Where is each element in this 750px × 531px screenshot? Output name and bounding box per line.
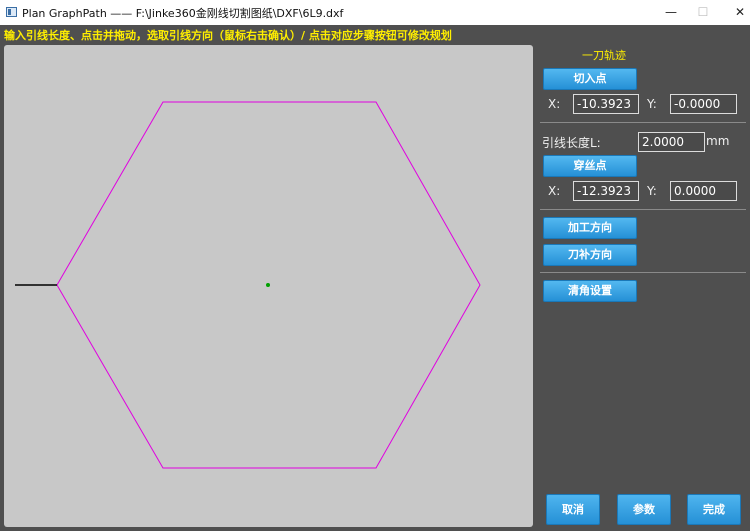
entry-y-label: Y: bbox=[647, 97, 657, 111]
close-icon[interactable]: ✕ bbox=[717, 0, 750, 25]
thread-y-field[interactable] bbox=[670, 181, 737, 201]
entry-x-field[interactable] bbox=[573, 94, 639, 114]
finish-button[interactable]: 完成 bbox=[687, 494, 741, 525]
params-button[interactable]: 参数 bbox=[617, 494, 671, 525]
window-title: Plan GraphPath —— F:\Jinke360金刚线切割图纸\DXF… bbox=[22, 7, 344, 20]
divider bbox=[540, 209, 746, 210]
center-point bbox=[266, 283, 270, 287]
thread-point-button[interactable]: 穿丝点 bbox=[543, 155, 637, 177]
thread-x-field[interactable] bbox=[573, 181, 639, 201]
entry-point-button[interactable]: 切入点 bbox=[543, 68, 637, 90]
entry-x-label: X: bbox=[548, 97, 561, 111]
drawing-svg[interactable] bbox=[4, 45, 533, 527]
compensation-direction-button[interactable]: 刀补方向 bbox=[543, 244, 637, 266]
lead-length-field[interactable] bbox=[638, 132, 705, 152]
cancel-button[interactable]: 取消 bbox=[546, 494, 600, 525]
corner-clear-button[interactable]: 清角设置 bbox=[543, 280, 637, 302]
drawing-canvas[interactable] bbox=[4, 45, 533, 527]
thread-y-label: Y: bbox=[647, 184, 657, 198]
divider bbox=[540, 122, 746, 123]
app-icon bbox=[6, 7, 17, 17]
divider bbox=[540, 272, 746, 273]
instruction-text: 输入引线长度、点击并拖动，选取引线方向（鼠标右击确认）/ 点击对应步骤按钮可修改… bbox=[4, 29, 452, 42]
lead-length-unit: mm bbox=[706, 134, 730, 148]
title-bar: Plan GraphPath —— F:\Jinke360金刚线切割图纸\DXF… bbox=[0, 0, 750, 25]
section-title: 一刀轨迹 bbox=[582, 49, 626, 62]
lead-length-label: 引线长度L: bbox=[542, 136, 601, 150]
thread-x-label: X: bbox=[548, 184, 561, 198]
entry-y-field[interactable] bbox=[670, 94, 737, 114]
machining-direction-button[interactable]: 加工方向 bbox=[543, 217, 637, 239]
